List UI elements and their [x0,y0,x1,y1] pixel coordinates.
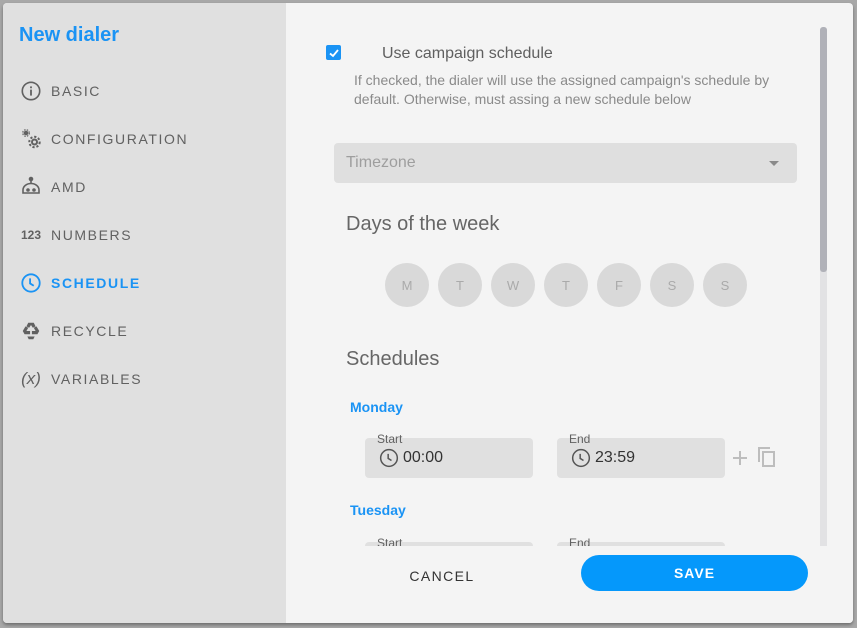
clock-icon [571,448,591,468]
day-toggle-friday[interactable]: F [597,263,641,307]
schedule-day-label: Monday [350,399,403,415]
monday-end-time[interactable]: End 23:59 [557,432,725,478]
dialog-title: New dialer [19,24,120,46]
day-toggle-tuesday[interactable]: T [438,263,482,307]
time-value: 00:00 [403,449,444,466]
caret-down-icon [769,161,779,166]
sidebar-item-configuration[interactable]: CONFIGURATION [19,124,188,154]
cancel-button[interactable]: CANCEL [392,563,492,589]
sidebar-item-label: BASIC [51,83,102,99]
time-value: 23:59 [595,449,636,466]
day-toggle-thursday[interactable]: T [544,263,588,307]
monday-start-time[interactable]: Start 00:00 [365,432,533,478]
schedule-panel: Use campaign schedule If checked, the di… [286,3,853,623]
variable-icon: (x) [21,369,41,388]
day-toggle-saturday[interactable]: S [650,263,694,307]
scrollbar[interactable] [820,27,827,549]
sidebar: New dialer BASIC CONFIGURATION AMD 123 N… [3,3,286,623]
field-label: Start [377,432,403,446]
new-dialer-dialog: New dialer BASIC CONFIGURATION AMD 123 N… [3,3,853,623]
sidebar-item-label: CONFIGURATION [51,131,189,147]
day-toggle-wednesday[interactable]: W [491,263,535,307]
sidebar-item-numbers[interactable]: 123 NUMBERS [19,220,132,250]
sidebar-item-label: NUMBERS [51,227,133,243]
sidebar-item-recycle[interactable]: RECYCLE [19,316,128,346]
schedules-title: Schedules [346,348,440,370]
check-icon [328,48,339,57]
schedule-day-label: Tuesday [350,502,406,518]
sidebar-item-basic[interactable]: BASIC [19,76,101,106]
copy-icon[interactable] [755,445,779,474]
scrollbar-thumb[interactable] [820,27,827,272]
timezone-placeholder: Timezone [346,154,416,171]
numbers-icon: 123 [20,228,42,242]
checkbox[interactable] [326,45,341,60]
add-icon[interactable] [732,450,748,471]
use-campaign-schedule-checkbox[interactable] [326,45,341,60]
use-campaign-schedule-label[interactable]: Use campaign schedule [382,45,553,63]
robot-icon [19,175,43,199]
save-button[interactable]: SAVE [581,555,808,591]
dialog-footer: CANCEL SAVE [286,546,853,623]
sidebar-item-amd[interactable]: AMD [19,172,87,202]
sidebar-item-label: RECYCLE [51,323,129,339]
day-toggle-sunday[interactable]: S [703,263,747,307]
sidebar-item-label: AMD [51,179,87,195]
clock-icon [19,271,43,295]
field-label: End [569,432,591,446]
sidebar-item-label: SCHEDULE [51,275,141,291]
days-of-week-title: Days of the week [346,213,500,235]
gears-icon [19,127,43,151]
day-toggle-monday[interactable]: M [385,263,429,307]
days-of-week: M T W T F S S [385,263,747,307]
sidebar-item-variables[interactable]: (x) VARIABLES [19,364,142,394]
info-icon [19,79,43,103]
sidebar-item-schedule[interactable]: SCHEDULE [19,268,141,298]
sidebar-item-label: VARIABLES [51,371,143,387]
timezone-select[interactable]: Timezone [334,143,797,183]
clock-icon [379,448,399,468]
recycle-icon [19,319,43,343]
use-campaign-schedule-help: If checked, the dialer will use the assi… [354,72,770,107]
